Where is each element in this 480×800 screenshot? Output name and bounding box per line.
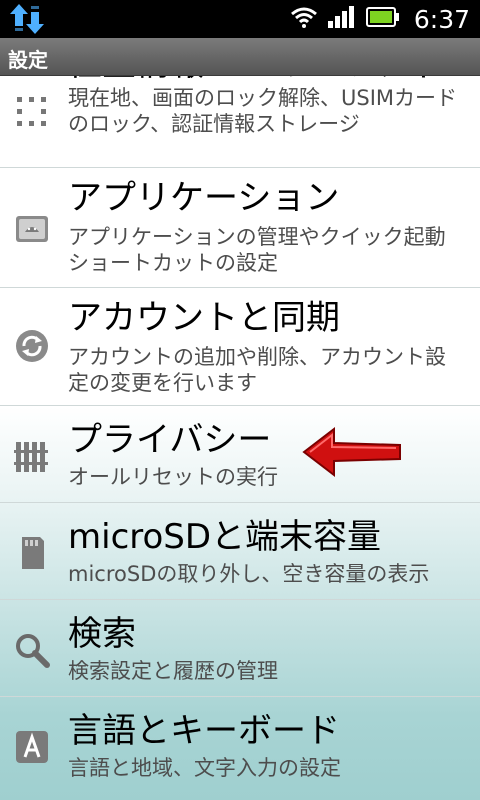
settings-item-title: 位置情報とセキュリティ — [68, 76, 440, 84]
settings-item-subtitle: microSDの取り外し、空き容量の表示 — [68, 562, 430, 586]
settings-item-language-keyboard[interactable]: 言語とキーボード 言語と地域、文字入力の設定 — [0, 697, 480, 800]
settings-item-location-security[interactable]: 位置情報とセキュリティ 現在地、画面のロック解除、USIMカードのロック、認証情… — [0, 76, 480, 168]
page-title: 設定 — [8, 48, 48, 72]
data-transfer-icon — [10, 4, 44, 34]
settings-item-title: 言語とキーボード — [68, 711, 340, 751]
android-app-icon — [14, 210, 50, 246]
search-icon — [14, 632, 50, 668]
fence-icon — [14, 438, 50, 474]
settings-item-subtitle: アカウントの追加や削除、アカウント設定の変更を行います — [68, 345, 446, 395]
settings-item-title: 検索 — [68, 614, 136, 654]
status-bar: 6:37 — [0, 0, 480, 38]
settings-item-title: プライバシー — [68, 420, 272, 460]
battery-icon — [365, 6, 400, 32]
sync-icon — [14, 328, 50, 364]
sd-card-icon — [14, 535, 50, 571]
settings-item-subtitle: 現在地、画面のロック解除、USIMカードのロック、認証情報ストレージ — [68, 86, 458, 136]
settings-item-search[interactable]: 検索 検索設定と履歴の管理 — [0, 600, 480, 697]
settings-item-microsd-storage[interactable]: microSDと端末容量 microSDの取り外し、空き容量の表示 — [0, 503, 480, 600]
settings-item-subtitle: アプリケーションの管理やクイック起動ショートカットの設定 — [68, 225, 446, 275]
settings-item-subtitle: 検索設定と履歴の管理 — [68, 659, 278, 683]
grid-dots-icon — [14, 94, 50, 130]
settings-item-title: アカウントと同期 — [68, 298, 340, 338]
settings-list[interactable]: 位置情報とセキュリティ 現在地、画面のロック解除、USIMカードのロック、認証情… — [0, 76, 480, 800]
status-time: 6:37 — [413, 4, 470, 34]
settings-item-subtitle: 言語と地域、文字入力の設定 — [68, 756, 341, 780]
settings-item-privacy[interactable]: プライバシー オールリセットの実行 — [0, 406, 480, 503]
signal-icon — [327, 6, 356, 32]
settings-item-accounts-sync[interactable]: アカウントと同期 アカウントの追加や削除、アカウント設定の変更を行います — [0, 288, 480, 406]
settings-item-title: microSDと端末容量 — [68, 517, 382, 557]
title-bar: 設定 — [0, 38, 480, 76]
settings-item-applications[interactable]: アプリケーション アプリケーションの管理やクイック起動ショートカットの設定 — [0, 168, 480, 288]
keyboard-a-icon — [14, 729, 50, 765]
settings-item-title: アプリケーション — [68, 178, 340, 218]
wifi-icon — [290, 6, 318, 32]
red-arrow-icon — [300, 425, 405, 480]
